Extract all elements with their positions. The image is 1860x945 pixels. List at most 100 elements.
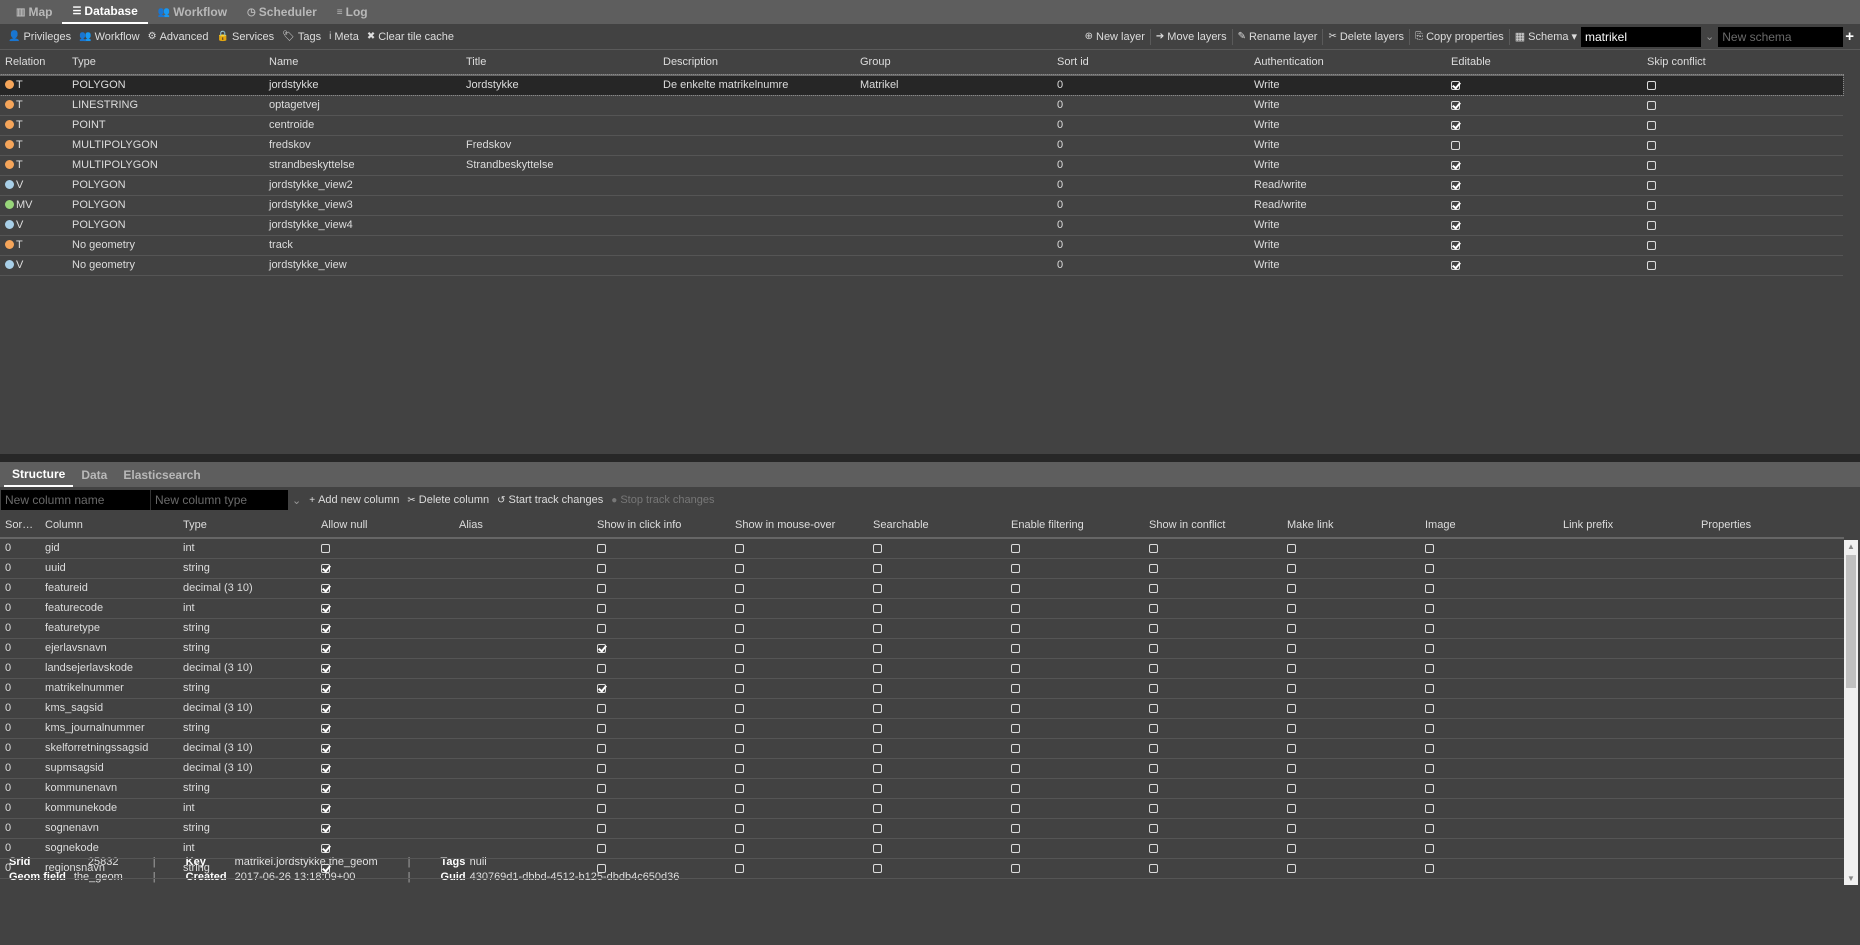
conflict-checkbox[interactable] — [1149, 863, 1158, 873]
start-track-changes-button[interactable]: ↺ Start track changes — [493, 494, 607, 506]
conflict-checkbox[interactable] — [1149, 823, 1158, 833]
layer-row[interactable]: T LINESTRING optagetvej 0 Write — [0, 95, 1843, 116]
filter-checkbox[interactable] — [1011, 803, 1020, 813]
structure-row[interactable]: 0 featureid decimal (3 10) — [0, 578, 1844, 599]
image-checkbox[interactable] — [1425, 763, 1434, 773]
click-checkbox[interactable] — [597, 583, 606, 593]
services-button[interactable]: 🔒 Services — [213, 31, 279, 43]
link-checkbox[interactable] — [1287, 643, 1296, 653]
mouse-checkbox[interactable] — [735, 863, 744, 873]
mouse-checkbox[interactable] — [735, 803, 744, 813]
conflict-checkbox[interactable] — [1149, 663, 1158, 673]
allow-null-checkbox[interactable] — [321, 603, 330, 613]
allow-null-checkbox[interactable] — [321, 723, 330, 733]
layer-row[interactable]: T MULTIPOLYGON fredskov Fredskov 0 Write — [0, 135, 1843, 156]
conflict-checkbox[interactable] — [1149, 803, 1158, 813]
search-checkbox[interactable] — [873, 763, 882, 773]
search-checkbox[interactable] — [873, 783, 882, 793]
search-checkbox[interactable] — [873, 583, 882, 593]
column-header[interactable]: Column — [40, 513, 178, 539]
add-schema-button[interactable]: + — [1843, 28, 1856, 45]
filter-checkbox[interactable] — [1011, 823, 1020, 833]
editable-checkbox[interactable] — [1451, 140, 1460, 150]
skip-conflict-checkbox[interactable] — [1647, 240, 1656, 250]
allow-null-checkbox[interactable] — [321, 783, 330, 793]
skip-conflict-checkbox[interactable] — [1647, 160, 1656, 170]
structure-scrollbar[interactable]: ▲ ▼ — [1844, 540, 1858, 885]
structure-row[interactable]: 0 uuid string — [0, 558, 1844, 579]
mouse-checkbox[interactable] — [735, 683, 744, 693]
chevron-down-icon[interactable]: ⌄ — [288, 494, 305, 507]
new-column-name-input[interactable] — [1, 490, 151, 510]
layer-row[interactable]: T POLYGON jordstykke Jordstykke De enkelte m… — [0, 74, 1844, 96]
tab-map[interactable]: ▥ Map — [6, 0, 62, 24]
mouse-checkbox[interactable] — [735, 823, 744, 833]
link-checkbox[interactable] — [1287, 603, 1296, 613]
mouse-checkbox[interactable] — [735, 583, 744, 593]
search-checkbox[interactable] — [873, 843, 882, 853]
search-checkbox[interactable] — [873, 703, 882, 713]
tab-log[interactable]: ≡ Log — [327, 0, 378, 24]
privileges-button[interactable]: 👤 Privileges — [4, 31, 75, 43]
allow-null-checkbox[interactable] — [321, 863, 330, 873]
column-header[interactable]: Relation — [0, 50, 67, 76]
column-header[interactable]: Link prefix — [1558, 513, 1696, 539]
tab-elasticsearch[interactable]: Elasticsearch — [115, 462, 208, 487]
new-column-type-input[interactable] — [151, 490, 288, 510]
conflict-checkbox[interactable] — [1149, 543, 1158, 553]
column-header[interactable]: Authentication — [1249, 50, 1446, 76]
filter-checkbox[interactable] — [1011, 603, 1020, 613]
structure-row[interactable]: 0 matrikelnummer string — [0, 678, 1844, 699]
link-checkbox[interactable] — [1287, 863, 1296, 873]
column-header[interactable]: Make link — [1282, 513, 1420, 539]
structure-row[interactable]: 0 sognenavn string — [0, 818, 1844, 839]
image-checkbox[interactable] — [1425, 863, 1434, 873]
editable-checkbox[interactable] — [1451, 80, 1460, 90]
editable-checkbox[interactable] — [1451, 260, 1460, 270]
editable-checkbox[interactable] — [1451, 120, 1460, 130]
image-checkbox[interactable] — [1425, 583, 1434, 593]
link-checkbox[interactable] — [1287, 803, 1296, 813]
click-checkbox[interactable] — [597, 723, 606, 733]
editable-checkbox[interactable] — [1451, 160, 1460, 170]
column-header[interactable]: Alias — [454, 513, 592, 539]
filter-checkbox[interactable] — [1011, 583, 1020, 593]
conflict-checkbox[interactable] — [1149, 643, 1158, 653]
filter-checkbox[interactable] — [1011, 663, 1020, 673]
mouse-checkbox[interactable] — [735, 703, 744, 713]
column-header[interactable]: Skip conflict — [1642, 50, 1843, 76]
mouse-checkbox[interactable] — [735, 743, 744, 753]
clear-tile-cache-button[interactable]: ✖ Clear tile cache — [363, 31, 458, 43]
link-checkbox[interactable] — [1287, 543, 1296, 553]
mouse-checkbox[interactable] — [735, 663, 744, 673]
structure-row[interactable]: 0 skelforretningssagsid decimal (3 10) — [0, 738, 1844, 759]
column-header[interactable]: Editable — [1446, 50, 1642, 76]
image-checkbox[interactable] — [1425, 683, 1434, 693]
filter-checkbox[interactable] — [1011, 563, 1020, 573]
conflict-checkbox[interactable] — [1149, 683, 1158, 693]
link-checkbox[interactable] — [1287, 783, 1296, 793]
allow-null-checkbox[interactable] — [321, 683, 330, 693]
move-layers-button[interactable]: ➔ Move layers — [1152, 31, 1231, 43]
image-checkbox[interactable] — [1425, 563, 1434, 573]
link-checkbox[interactable] — [1287, 563, 1296, 573]
link-checkbox[interactable] — [1287, 583, 1296, 593]
mouse-checkbox[interactable] — [735, 843, 744, 853]
column-header[interactable]: Show in click info — [592, 513, 730, 539]
delete-column-button[interactable]: ✂ Delete column — [403, 494, 493, 506]
column-header[interactable]: Sort id — [1052, 50, 1249, 76]
skip-conflict-checkbox[interactable] — [1647, 220, 1656, 230]
allow-null-checkbox[interactable] — [321, 703, 330, 713]
click-checkbox[interactable] — [597, 623, 606, 633]
structure-row[interactable]: 0 kms_sagsid decimal (3 10) — [0, 698, 1844, 719]
tab-scheduler[interactable]: ◷ Scheduler — [237, 0, 327, 24]
image-checkbox[interactable] — [1425, 643, 1434, 653]
filter-checkbox[interactable] — [1011, 623, 1020, 633]
conflict-checkbox[interactable] — [1149, 563, 1158, 573]
filter-checkbox[interactable] — [1011, 843, 1020, 853]
search-checkbox[interactable] — [873, 643, 882, 653]
column-header[interactable]: Description — [658, 50, 855, 76]
filter-checkbox[interactable] — [1011, 723, 1020, 733]
image-checkbox[interactable] — [1425, 623, 1434, 633]
image-checkbox[interactable] — [1425, 703, 1434, 713]
